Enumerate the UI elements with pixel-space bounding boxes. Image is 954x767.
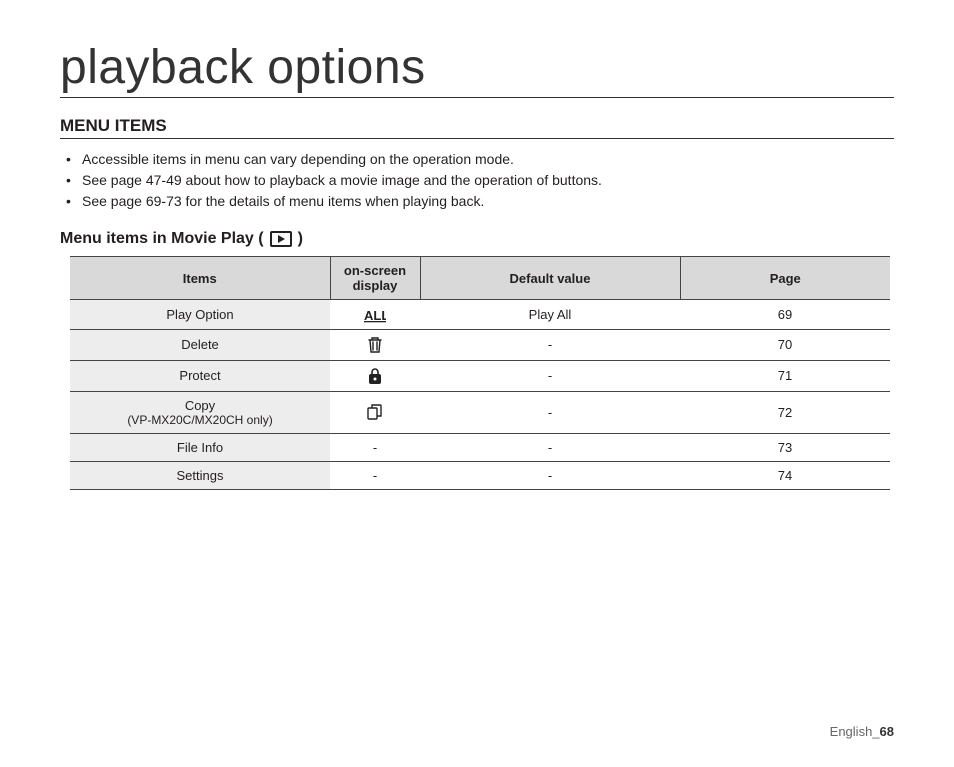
- section-heading-menu-items: MENU ITEMS: [60, 116, 894, 139]
- table-row: File Info - - 73: [70, 433, 890, 461]
- cell-page: 71: [680, 360, 890, 391]
- footer-page-number: 68: [880, 724, 894, 739]
- cell-icon: [330, 329, 420, 360]
- play-all-icon: ALL: [364, 307, 386, 323]
- cell-default: -: [420, 391, 680, 433]
- cell-item: Delete: [70, 329, 330, 360]
- bullet-item: See page 47-49 about how to playback a m…: [66, 170, 894, 191]
- cell-icon: -: [330, 461, 420, 489]
- table-header-row: Items on-screen display Default value Pa…: [70, 257, 890, 300]
- cell-default: -: [420, 360, 680, 391]
- cell-item: Settings: [70, 461, 330, 489]
- col-page: Page: [680, 257, 890, 300]
- table-row: Play Option ALL Play All 69: [70, 300, 890, 330]
- trash-icon: [367, 336, 383, 354]
- cell-page: 73: [680, 433, 890, 461]
- col-osd: on-screen display: [330, 257, 420, 300]
- page-footer: English_68: [830, 724, 894, 739]
- footer-lang: English: [830, 724, 873, 739]
- cell-page: 69: [680, 300, 890, 330]
- cell-page: 72: [680, 391, 890, 433]
- cell-item: Copy (VP-MX20C/MX20CH only): [70, 391, 330, 433]
- cell-page: 70: [680, 329, 890, 360]
- lock-icon: [367, 367, 383, 385]
- menu-items-table: Items on-screen display Default value Pa…: [70, 256, 890, 490]
- col-default: Default value: [420, 257, 680, 300]
- table-row: Settings - - 74: [70, 461, 890, 489]
- bullet-item: Accessible items in menu can vary depend…: [66, 149, 894, 170]
- movie-play-icon: [270, 231, 292, 247]
- bullet-item: See page 69-73 for the details of menu i…: [66, 191, 894, 212]
- cell-item-main: Copy: [185, 398, 215, 413]
- cell-default: -: [420, 329, 680, 360]
- cell-icon: [330, 391, 420, 433]
- table-row: Delete - 70: [70, 329, 890, 360]
- col-items: Items: [70, 257, 330, 300]
- cell-icon: -: [330, 433, 420, 461]
- cell-default: -: [420, 461, 680, 489]
- bullet-list: Accessible items in menu can vary depend…: [60, 149, 894, 212]
- subheading-movie-play: Menu items in Movie Play ( ): [60, 230, 894, 248]
- cell-item-sub: (VP-MX20C/MX20CH only): [78, 413, 322, 427]
- subheading-text-suffix: ): [298, 230, 303, 248]
- cell-item: Protect: [70, 360, 330, 391]
- table-row: Copy (VP-MX20C/MX20CH only) - 72: [70, 391, 890, 433]
- svg-text:ALL: ALL: [364, 308, 386, 323]
- cell-page: 74: [680, 461, 890, 489]
- page-title: playback options: [60, 40, 894, 98]
- cell-item: File Info: [70, 433, 330, 461]
- cell-default: -: [420, 433, 680, 461]
- subheading-text-prefix: Menu items in Movie Play (: [60, 230, 264, 248]
- cell-item: Play Option: [70, 300, 330, 330]
- copy-icon: [366, 403, 384, 421]
- cell-default: Play All: [420, 300, 680, 330]
- cell-icon: [330, 360, 420, 391]
- table-row: Protect - 71: [70, 360, 890, 391]
- footer-sep: _: [872, 724, 879, 739]
- cell-icon: ALL: [330, 300, 420, 330]
